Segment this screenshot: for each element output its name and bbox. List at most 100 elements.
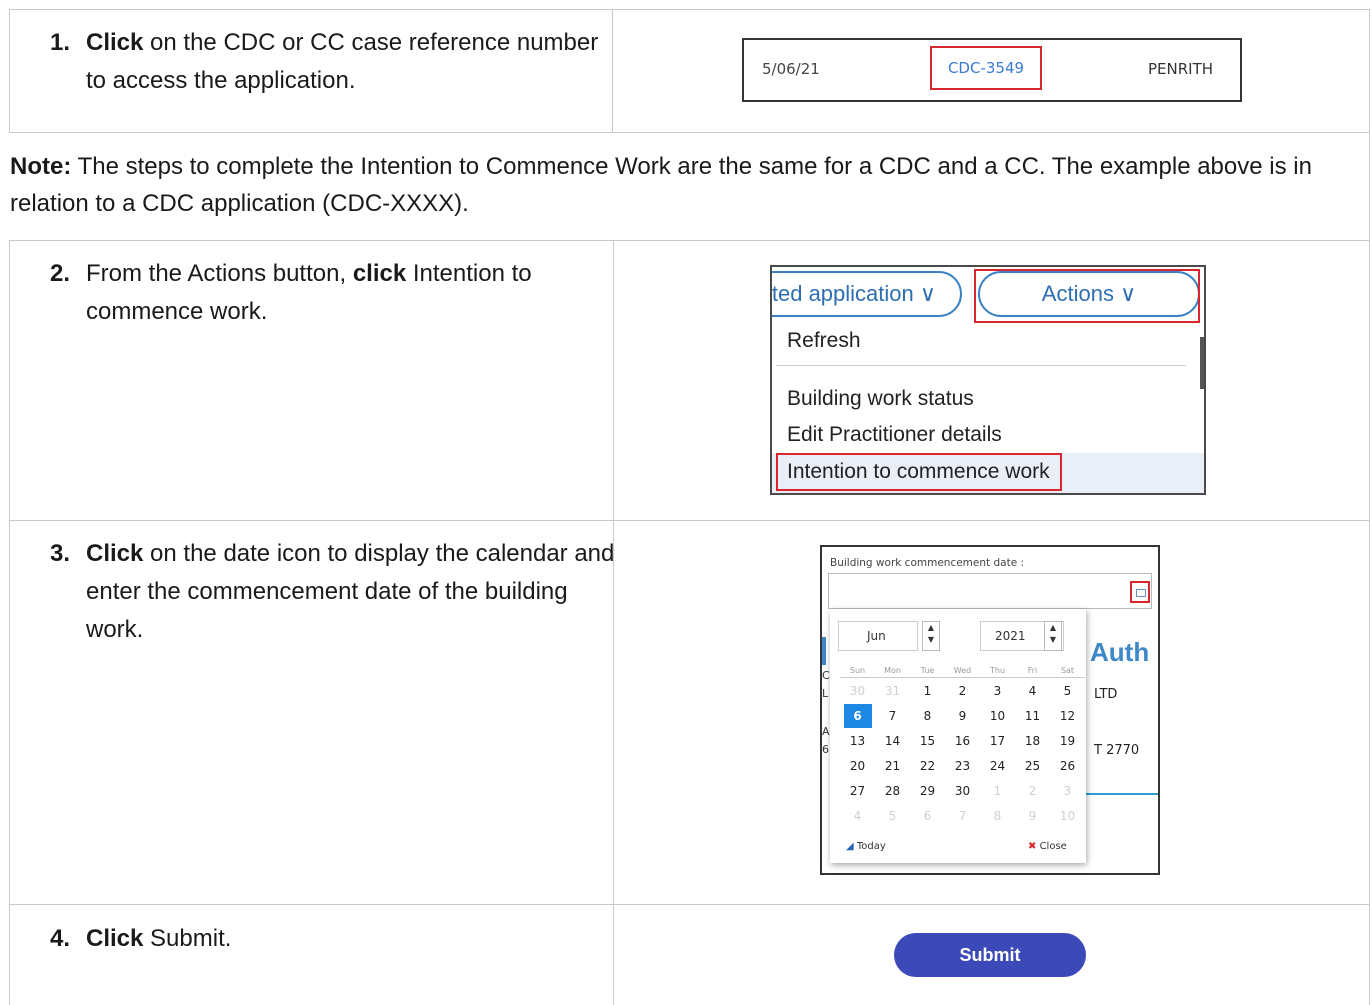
note-text: The steps to complete the Intention to C…	[10, 153, 1312, 217]
calendar-day-label: 1	[923, 683, 932, 698]
calendar-day[interactable]: 23	[945, 753, 980, 778]
calendar-day[interactable]: 2	[945, 678, 980, 704]
calendar-day[interactable]: 17	[980, 728, 1015, 753]
scrollbar[interactable]	[1200, 337, 1204, 389]
calendar-day[interactable]: 9	[1015, 803, 1050, 828]
close-icon: ✖	[1028, 841, 1037, 852]
calendar-day[interactable]: 5	[1050, 678, 1085, 704]
calendar-day[interactable]: 11	[1015, 703, 1050, 728]
calendar-day[interactable]: 21	[875, 753, 910, 778]
col-divider	[9, 9, 10, 132]
calendar-day[interactable]: 14	[875, 728, 910, 753]
calendar-day-label: 5	[1063, 683, 1072, 698]
submit-button[interactable]: Submit	[894, 933, 1086, 977]
col-divider	[9, 240, 10, 1005]
today-button[interactable]: ◢ Today	[846, 841, 886, 852]
step-verb: Click	[86, 925, 144, 952]
calendar-day[interactable]: 8	[910, 703, 945, 728]
calendar-day[interactable]: 10	[1050, 803, 1085, 828]
calendar-day[interactable]: 9	[945, 703, 980, 728]
col-divider	[1369, 9, 1370, 1005]
calendar-day[interactable]: 3	[1050, 778, 1085, 803]
year-spinner[interactable]: ▲ ▼	[1044, 621, 1062, 651]
calendar-day-label: 21	[884, 758, 901, 773]
today-label: Today	[856, 841, 886, 852]
case-reference-link[interactable]: CDC-3549	[930, 46, 1042, 90]
date-input[interactable]	[828, 573, 1152, 609]
calendar-day[interactable]: 26	[1050, 753, 1085, 778]
calendar-day[interactable]: 31	[875, 678, 910, 704]
calendar-day-label: 1	[993, 783, 1002, 798]
highlight-box	[776, 453, 1062, 491]
calendar-day[interactable]: 25	[1015, 753, 1050, 778]
calendar-day[interactable]: 4	[1015, 678, 1050, 704]
calendar-popup: Jun ▲ ▼ 2021 ▲ ▼ Sun Mon Tue Wed Thu Fri Sat 30 3…	[830, 609, 1086, 863]
month-select[interactable]: Jun	[838, 621, 918, 651]
highlight-box	[974, 269, 1200, 323]
calendar-day[interactable]: 7	[945, 803, 980, 828]
calendar-day[interactable]: 1	[980, 778, 1015, 803]
month-spinner[interactable]: ▲ ▼	[922, 621, 940, 651]
calendar-day-label: 18	[1024, 733, 1041, 748]
calendar-day-label: 3	[993, 683, 1002, 698]
calendar-day-label: 30	[954, 783, 971, 798]
calendar-day-label: 8	[923, 708, 932, 723]
calendar-icon[interactable]	[1130, 581, 1150, 603]
menu-item-building-work-status[interactable]: Building work status	[787, 387, 974, 411]
calendar-day[interactable]: 5	[875, 803, 910, 828]
calendar-day[interactable]: 28	[875, 778, 910, 803]
calendar-day[interactable]: 2	[1015, 778, 1050, 803]
weekday-header: Thu	[980, 663, 1015, 678]
step-text: Click on the CDC or CC case reference nu…	[86, 24, 616, 100]
calendar-day[interactable]: 12	[1050, 703, 1085, 728]
calendar-day-label: 22	[919, 758, 936, 773]
calendar-day-label: 9	[958, 708, 967, 723]
calendar-day[interactable]: 29	[910, 778, 945, 803]
calendar-day[interactable]: 8	[980, 803, 1015, 828]
calendar-day-label: 2	[1028, 783, 1037, 798]
menu-item-refresh[interactable]: Refresh	[787, 329, 861, 353]
step-verb: click	[352, 260, 407, 287]
close-button[interactable]: ✖ Close	[1028, 841, 1067, 852]
case-date: 5/06/21	[762, 60, 820, 78]
today-arrow-icon: ◢	[846, 841, 854, 852]
step-instruction: on the date icon to display the calendar…	[86, 540, 615, 643]
calendar-day-label: 19	[1059, 733, 1076, 748]
calendar-day[interactable]: 15	[910, 728, 945, 753]
calendar-day[interactable]: 19	[1050, 728, 1085, 753]
step-verb: Click	[86, 29, 144, 56]
calendar-day[interactable]: 7	[875, 703, 910, 728]
calendar-day[interactable]: 30	[945, 778, 980, 803]
calendar-day[interactable]: 4	[840, 803, 875, 828]
calendar-day[interactable]: 3	[980, 678, 1015, 704]
background-title: Auth	[1090, 637, 1150, 667]
calendar-day[interactable]: 20	[840, 753, 875, 778]
step-instruction: Submit.	[143, 925, 232, 952]
step-2: 2. From the Actions button, click Intent…	[50, 255, 610, 325]
calendar-day-label: 12	[1059, 708, 1076, 723]
calendar-day[interactable]: 6	[910, 803, 945, 828]
calendar-day-label: 7	[888, 708, 897, 723]
menu-item-edit-practitioner[interactable]: Edit Practitioner details	[787, 423, 1002, 447]
weekday-header: Sun	[840, 663, 875, 678]
calendar-day-label: 5	[888, 808, 897, 823]
calendar-day[interactable]: 24	[980, 753, 1015, 778]
case-row-screenshot: 5/06/21 CDC-3549 PENRITH	[742, 38, 1242, 102]
calendar-day-label: 30	[849, 683, 866, 698]
calendar-day[interactable]: 18	[1015, 728, 1050, 753]
related-application-button[interactable]: ted application ∨	[772, 271, 962, 317]
row-divider	[9, 9, 1370, 10]
calendar-day[interactable]: 30	[840, 678, 875, 704]
calendar-day[interactable]: 13	[840, 728, 875, 753]
calendar-day[interactable]: 6	[840, 703, 875, 728]
calendar-day-label: 10	[1059, 808, 1076, 823]
calendar-day[interactable]: 22	[910, 753, 945, 778]
calendar-day[interactable]: 10	[980, 703, 1015, 728]
calendar-day[interactable]: 16	[945, 728, 980, 753]
calendar-day[interactable]: 1	[910, 678, 945, 704]
calendar-day[interactable]: 27	[840, 778, 875, 803]
background-text: 6	[822, 743, 829, 756]
calendar-day-label: 7	[958, 808, 967, 823]
weekday-header: Tue	[910, 663, 945, 678]
step-3: 3. Click on the date icon to display the…	[50, 535, 614, 643]
